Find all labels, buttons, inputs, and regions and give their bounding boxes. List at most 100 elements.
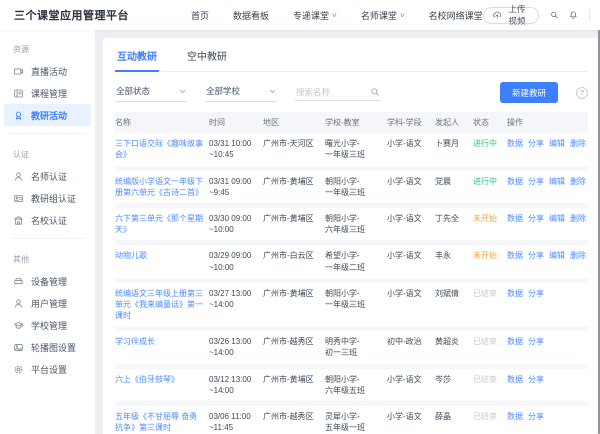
status-filter-select[interactable]: 全部状态	[115, 83, 187, 102]
nav-item-3[interactable]: 名师课堂∨	[361, 9, 405, 22]
sidebar-item-label: 平台设置	[31, 363, 67, 376]
nav-item-label: 名校网络课堂	[429, 9, 483, 22]
sidebar-item-label: 教研活动	[31, 109, 67, 122]
app-window: 三个课堂应用管理平台 首页数据看板专递课堂∨名师课堂∨名校网络课堂 上传视频	[0, 0, 600, 434]
school-class-cell: 灵犀小学-五年级一班	[325, 411, 387, 433]
subject-stage-cell: 小学-语文	[387, 250, 435, 261]
sidebar-item-school-manage[interactable]: 学校管理	[4, 314, 91, 336]
sidebar-item-carousel[interactable]: 轮播图设置	[4, 336, 91, 358]
group-cert-icon	[13, 193, 24, 204]
sidebar-section-label: 认证	[0, 141, 95, 165]
region-cell: 广州市-黄埔区	[263, 213, 325, 224]
action-link[interactable]: 数据	[507, 336, 523, 347]
search-icon[interactable]	[370, 87, 380, 97]
initiator-cell: 党晨	[435, 176, 473, 187]
header-divider	[589, 9, 590, 22]
activity-name-link[interactable]: 五年级《不甘屈辱 奋勇抗争》第三课时	[115, 412, 197, 432]
activity-name-link[interactable]: 动物儿歌	[115, 251, 147, 260]
action-link[interactable]: 数据	[507, 374, 523, 385]
status-badge: 已结束	[473, 411, 507, 422]
school-manage-icon	[13, 320, 24, 331]
status-badge: 已结束	[473, 288, 507, 299]
notification-bell-icon[interactable]	[569, 9, 578, 21]
sidebar-divider	[10, 133, 85, 134]
action-link[interactable]: 分享	[528, 374, 544, 385]
sidebar-item-label: 学校管理	[31, 319, 67, 332]
search-name-input[interactable]	[296, 87, 370, 97]
time-cell: 03/26 13:00~14:00	[209, 336, 263, 358]
school-class-cell: 朝阳小学-一年级三班	[325, 288, 387, 310]
action-link[interactable]: 分享	[528, 411, 544, 422]
action-link[interactable]: 分享	[528, 138, 544, 149]
action-link[interactable]: 分享	[528, 250, 544, 261]
region-cell: 广州市-黄埔区	[263, 288, 325, 299]
action-link[interactable]: 分享	[528, 336, 544, 347]
action-link[interactable]: 删除	[570, 176, 586, 187]
nav-item-2[interactable]: 专递课堂∨	[293, 9, 337, 22]
initiator-cell: 薛晶	[435, 411, 473, 422]
column-header-6: 状态	[473, 117, 507, 128]
filter-bar: 全部状态 全部学校 新建教研 ?	[115, 72, 588, 112]
activity-name-link[interactable]: 六下第三单元《那个星期天》	[115, 214, 203, 234]
row-actions: 数据分享	[507, 411, 588, 422]
sidebar-item-label: 名师认证	[31, 170, 67, 183]
sidebar-item-label: 用户管理	[31, 297, 67, 310]
action-link[interactable]: 数据	[507, 250, 523, 261]
action-link[interactable]: 分享	[528, 213, 544, 224]
upload-video-label: 上传视频	[505, 3, 529, 27]
activity-name-link[interactable]: 三下口语交际《趣味故事会》	[115, 139, 203, 159]
main-area: 互动教研空中教研 全部状态 全部学校	[95, 30, 600, 434]
action-link[interactable]: 数据	[507, 138, 523, 149]
user-manage-icon	[13, 298, 24, 309]
research-table: 名称时间地区学校-教室学科-学段发起人状态操作 三下口语交际《趣味故事会》03/…	[115, 112, 588, 434]
top-header: 三个课堂应用管理平台 首页数据看板专递课堂∨名师课堂∨名校网络课堂 上传视频	[0, 0, 600, 30]
sidebar: 资源直播活动课程管理教研活动认证名师认证教研组认证名校认证其他设备管理用户管理学…	[0, 30, 95, 434]
sidebar-item-group-cert[interactable]: 教研组认证	[4, 187, 91, 209]
action-link[interactable]: 数据	[507, 288, 523, 299]
upload-video-button[interactable]: 上传视频	[483, 7, 539, 24]
action-link[interactable]: 删除	[570, 213, 586, 224]
action-link[interactable]: 编辑	[549, 213, 565, 224]
nav-item-4[interactable]: 名校网络课堂	[429, 9, 483, 22]
action-link[interactable]: 删除	[570, 250, 586, 261]
sidebar-item-settings-gear[interactable]: 平台设置	[4, 358, 91, 380]
top-right-tools: 上传视频	[483, 7, 600, 24]
action-link[interactable]: 删除	[570, 138, 586, 149]
action-link[interactable]: 编辑	[549, 250, 565, 261]
nav-item-1[interactable]: 数据看板	[233, 9, 269, 22]
activity-name-link[interactable]: 学习伴成长	[115, 337, 155, 346]
nav-item-0[interactable]: 首页	[191, 9, 209, 22]
activity-name-link[interactable]: 统编版小学语文一年级下册第六单元《古诗二首》	[115, 177, 203, 197]
sidebar-item-research-activity[interactable]: 教研活动	[4, 104, 91, 126]
upload-cloud-icon	[493, 9, 501, 21]
help-icon[interactable]: ?	[576, 87, 588, 99]
action-link[interactable]: 数据	[507, 176, 523, 187]
action-link[interactable]: 数据	[507, 411, 523, 422]
tab-0[interactable]: 互动教研	[115, 38, 159, 72]
top-nav: 首页 数据看板 专递课堂∨ 名师课堂∨ 名校网络课堂	[191, 9, 483, 22]
action-link[interactable]: 编辑	[549, 138, 565, 149]
action-link[interactable]: 编辑	[549, 176, 565, 187]
region-cell: 广州市-黄埔区	[263, 374, 325, 385]
activity-name-link[interactable]: 统编语文三年级上册第三单元《我来编童话》第一课时	[115, 289, 203, 320]
sidebar-item-live-camera[interactable]: 直播活动	[4, 60, 91, 82]
sidebar-item-teacher-cert[interactable]: 名师认证	[4, 165, 91, 187]
sidebar-item-device-manage[interactable]: 设备管理	[4, 270, 91, 292]
search-icon[interactable]	[550, 9, 559, 21]
sidebar-item-course-manage[interactable]: 课程管理	[4, 82, 91, 104]
subject-stage-cell: 小学-语文	[387, 213, 435, 224]
action-link[interactable]: 分享	[528, 176, 544, 187]
action-link[interactable]: 分享	[528, 288, 544, 299]
school-filter-select[interactable]: 全部学校	[205, 83, 277, 102]
create-research-button[interactable]: 新建教研	[500, 82, 558, 103]
activity-name-link[interactable]: 六上《伯牙鼓琴》	[115, 375, 179, 384]
time-cell: 03/06 11:00~11:45	[209, 411, 263, 433]
nav-item-label: 名师课堂	[361, 9, 397, 22]
row-actions: 数据分享编辑删除	[507, 176, 588, 187]
column-header-7: 操作	[507, 117, 588, 128]
tab-1[interactable]: 空中教研	[185, 38, 229, 72]
sidebar-item-user-manage[interactable]: 用户管理	[4, 292, 91, 314]
action-link[interactable]: 数据	[507, 213, 523, 224]
row-actions: 数据分享编辑删除	[507, 250, 588, 261]
sidebar-item-school-cert[interactable]: 名校认证	[4, 209, 91, 231]
